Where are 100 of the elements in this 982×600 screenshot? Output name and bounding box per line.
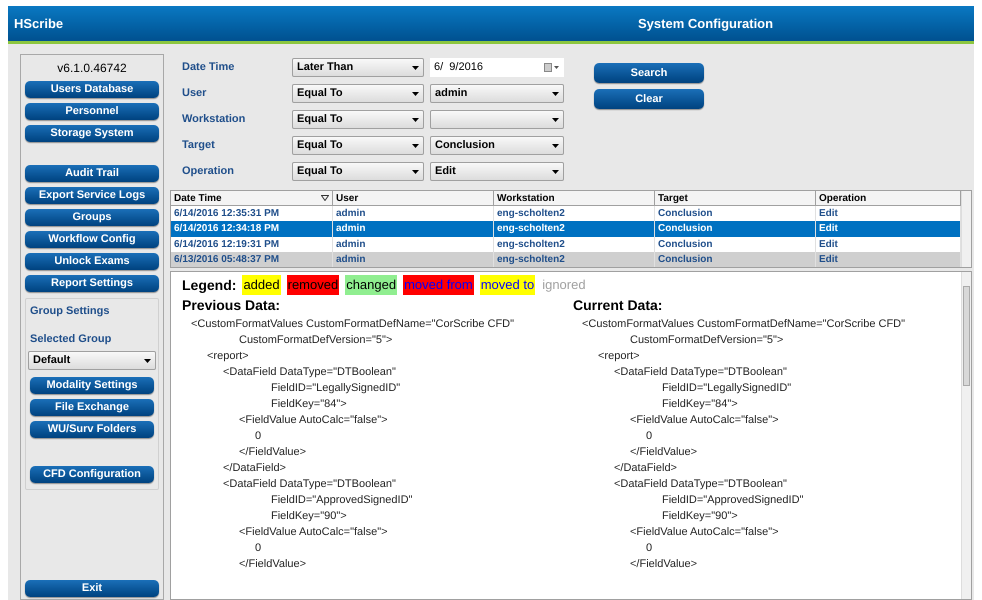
operator-dropdown[interactable]: Equal To xyxy=(292,162,424,181)
xml-line: FieldID="ApprovedSignedID" xyxy=(662,493,804,508)
sidebar-button[interactable]: Users Database xyxy=(25,81,159,98)
sidebar-button[interactable]: Personnel xyxy=(25,103,159,120)
operator-dropdown[interactable]: Equal To xyxy=(292,110,424,129)
xml-line: 0 xyxy=(255,429,262,444)
version-label: v6.1.0.46742 xyxy=(56,60,128,77)
value-dropdown[interactable]: Conclusion xyxy=(430,136,564,155)
scrollbar-thumb[interactable] xyxy=(963,286,970,386)
pane-title: Current Data: xyxy=(573,296,664,314)
sidebar-button[interactable]: Workflow Config xyxy=(25,231,159,248)
caret-icon xyxy=(412,170,419,174)
group-dropdown[interactable]: Default xyxy=(28,351,156,370)
xml-line: 0 xyxy=(255,541,262,556)
table-cell: Conclusion xyxy=(655,252,816,267)
filter-label: Operation xyxy=(182,164,235,180)
legend-item: added xyxy=(242,275,281,295)
xml-line: <DataField DataType="DTBoolean" xyxy=(223,365,396,380)
table-cell: admin xyxy=(333,252,494,267)
filter-label: Date Time xyxy=(182,60,236,76)
filter-label: User xyxy=(182,86,208,102)
window-title: System Configuration xyxy=(638,14,774,33)
xml-line: <CustomFormatValues CustomFormatDefName="CorScribe CFD" xyxy=(582,317,906,332)
table-row[interactable]: 6/14/2016 12:19:31 PM admin eng-scholten2 Conclusion Edit xyxy=(171,236,961,252)
table-row[interactable]: 6/14/2016 12:34:18 PM admin eng-scholten2 Conclusion Edit xyxy=(171,221,961,236)
xml-line: FieldID="LegallySignedID" xyxy=(271,381,400,396)
xml-line: <FieldValue AutoCalc="false"> xyxy=(630,413,779,428)
column-header[interactable]: Date Time xyxy=(171,191,333,205)
xml-line: <FieldValue AutoCalc="false"> xyxy=(239,413,388,428)
value-dropdown[interactable] xyxy=(430,110,564,129)
operator-dropdown[interactable]: Equal To xyxy=(292,84,424,103)
pane-title: Previous Data: xyxy=(182,296,282,314)
operator-dropdown[interactable]: Later Than xyxy=(292,58,424,77)
caret-icon xyxy=(412,144,419,148)
table-row[interactable]: 6/14/2016 12:35:31 PM admin eng-scholten2 Conclusion Edit xyxy=(171,206,961,222)
date-field[interactable]: 6/ 9/2016 xyxy=(430,58,564,77)
caret-icon xyxy=(412,66,419,70)
table-cell: 6/13/2016 05:48:37 PM xyxy=(171,252,333,267)
caret-icon xyxy=(144,358,151,362)
sidebar-button[interactable]: Groups xyxy=(25,209,159,226)
column-header[interactable]: User xyxy=(333,191,494,205)
table-cell: eng-scholten2 xyxy=(494,252,655,267)
xml-line: <DataField DataType="DTBoolean" xyxy=(223,477,396,492)
group-settings-title: Group Settings xyxy=(30,303,110,320)
xml-line: FieldKey="90"> xyxy=(662,509,738,524)
caret-icon xyxy=(552,144,559,148)
selected-group-label: Selected Group xyxy=(30,332,112,346)
legend-item: moved to xyxy=(480,275,536,295)
xml-line: <FieldValue AutoCalc="false"> xyxy=(239,525,388,540)
xml-line: CustomFormatDefVersion="5"> xyxy=(630,333,784,348)
operator-dropdown[interactable]: Equal To xyxy=(292,136,424,155)
value-dropdown[interactable]: admin xyxy=(430,84,564,103)
xml-line: FieldID="LegallySignedID" xyxy=(662,381,792,396)
exit-button[interactable]: Exit xyxy=(25,580,159,597)
legend-item: moved from xyxy=(403,275,474,295)
caret-icon xyxy=(552,118,559,122)
filter-label: Workstation xyxy=(182,112,246,128)
caret-icon xyxy=(552,170,559,174)
caret-icon xyxy=(412,118,419,122)
xml-line: 0 xyxy=(646,541,652,556)
legend-title: Legend: xyxy=(182,276,236,295)
column-header[interactable]: Workstation xyxy=(494,191,655,205)
cfd-configuration-button[interactable]: CFD Configuration xyxy=(30,466,154,483)
xml-line: <FieldValue AutoCalc="false"> xyxy=(630,525,779,540)
xml-line: 0 xyxy=(646,429,652,444)
legend-item: removed xyxy=(286,275,340,295)
value-dropdown[interactable]: Edit xyxy=(430,162,564,181)
group-button[interactable]: Modality Settings xyxy=(30,377,154,394)
sidebar-button[interactable]: Export Service Logs xyxy=(25,187,159,204)
table-row[interactable]: 6/13/2016 05:48:37 PM admin eng-scholten2 Conclusion Edit xyxy=(171,252,961,267)
group-button[interactable]: WU/Surv Folders xyxy=(30,421,154,438)
column-header[interactable]: Target xyxy=(655,191,816,205)
xml-line: <DataField DataType="DTBoolean" xyxy=(614,477,787,492)
caret-icon xyxy=(412,92,419,96)
filter-label: Target xyxy=(182,138,216,154)
xml-line: <report> xyxy=(598,349,640,364)
xml-line: <report> xyxy=(207,349,249,364)
xml-line: </FieldValue> xyxy=(239,445,306,460)
xml-line: </FieldValue> xyxy=(239,557,306,572)
sort-icon xyxy=(321,195,329,201)
app-name: HScribe xyxy=(13,14,64,33)
action-button[interactable]: Clear xyxy=(594,89,704,109)
xml-line: <CustomFormatValues CustomFormatDefName="CorScribe CFD" xyxy=(191,317,514,332)
calendar-icon xyxy=(544,63,560,72)
sidebar-button[interactable]: Audit Trail xyxy=(25,165,159,182)
caret-icon xyxy=(552,92,559,96)
xml-line: FieldKey="84"> xyxy=(271,397,347,412)
sidebar-button[interactable]: Report Settings xyxy=(25,275,159,292)
xml-line: </FieldValue> xyxy=(630,445,698,460)
xml-line: FieldKey="84"> xyxy=(662,397,738,412)
xml-line: <DataField DataType="DTBoolean" xyxy=(614,365,787,380)
sidebar-button[interactable]: Storage System xyxy=(25,125,159,142)
xml-line: FieldKey="90"> xyxy=(271,509,347,524)
sidebar-button[interactable]: Unlock Exams xyxy=(25,253,159,270)
xml-line: </DataField> xyxy=(614,461,677,476)
group-button[interactable]: File Exchange xyxy=(30,399,154,416)
action-button[interactable]: Search xyxy=(594,63,704,83)
xml-line: FieldID="ApprovedSignedID" xyxy=(271,493,412,508)
legend-item: changed xyxy=(345,275,398,295)
xml-line: </DataField> xyxy=(223,461,286,476)
